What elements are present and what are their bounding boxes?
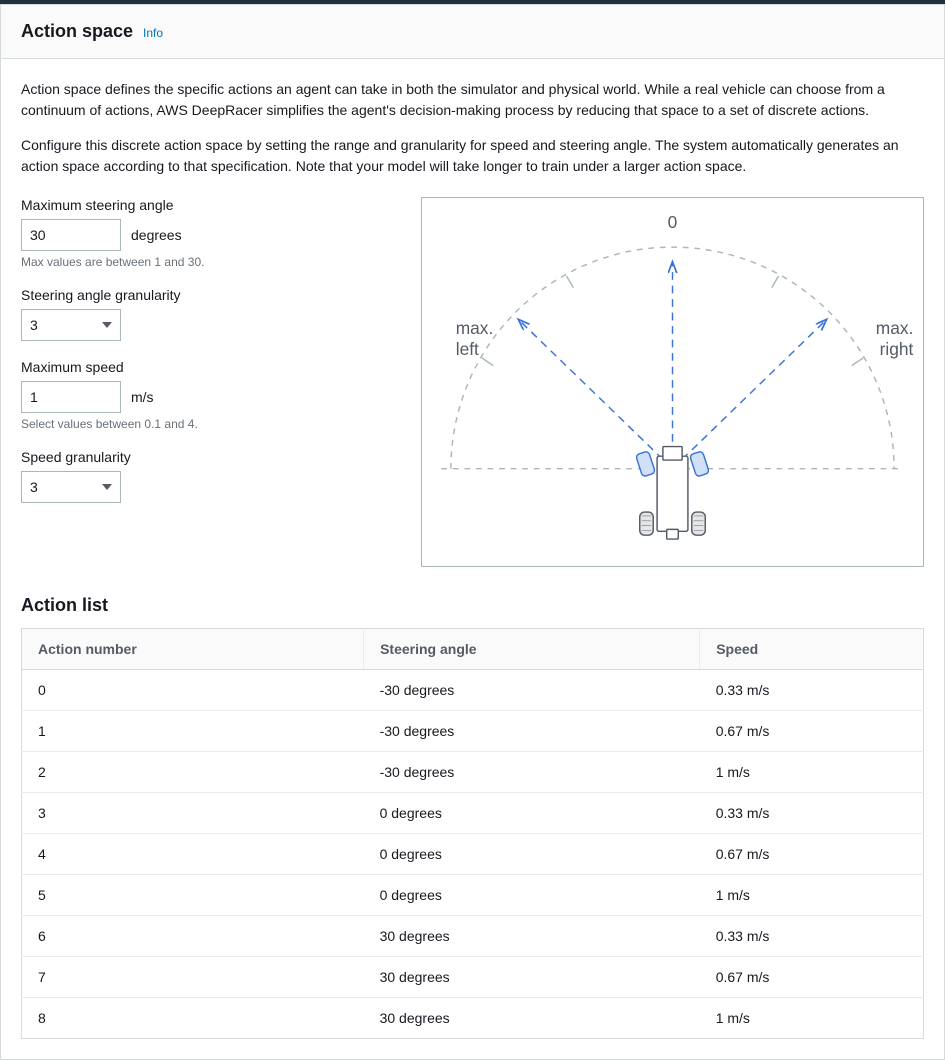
table-row: 50 degrees1 m/s <box>22 875 924 916</box>
table-row: 40 degrees0.67 m/s <box>22 834 924 875</box>
max-steering-field: Maximum steering angle degrees Max value… <box>21 197 381 269</box>
table-cell: 6 <box>22 916 364 957</box>
table-row: 0-30 degrees0.33 m/s <box>22 670 924 711</box>
col-steering-angle: Steering angle <box>364 629 700 670</box>
steering-gran-value: 3 <box>30 317 102 333</box>
config-row: Maximum steering angle degrees Max value… <box>21 197 924 567</box>
table-row: 730 degrees0.67 m/s <box>22 957 924 998</box>
table-cell: 1 m/s <box>700 998 924 1039</box>
table-cell: 1 <box>22 711 364 752</box>
table-cell: 30 degrees <box>364 998 700 1039</box>
table-cell: 1 m/s <box>700 752 924 793</box>
table-cell: 5 <box>22 875 364 916</box>
description-1: Action space defines the specific action… <box>21 79 924 121</box>
table-cell: 7 <box>22 957 364 998</box>
table-row: 30 degrees0.33 m/s <box>22 793 924 834</box>
max-steering-input[interactable] <box>21 219 121 251</box>
table-cell: 0 degrees <box>364 875 700 916</box>
diagram-maxleft-label: max.left <box>456 318 494 359</box>
table-cell: 0 <box>22 670 364 711</box>
table-cell: 0.33 m/s <box>700 916 924 957</box>
table-cell: 0.67 m/s <box>700 957 924 998</box>
max-speed-unit: m/s <box>131 389 154 405</box>
diagram-maxright-label: max.right <box>876 318 914 359</box>
table-cell: 8 <box>22 998 364 1039</box>
table-cell: 3 <box>22 793 364 834</box>
table-cell: -30 degrees <box>364 752 700 793</box>
table-cell: 0.67 m/s <box>700 834 924 875</box>
max-speed-label: Maximum speed <box>21 359 381 375</box>
car-icon <box>636 447 710 539</box>
description-2: Configure this discrete action space by … <box>21 135 924 177</box>
max-speed-input[interactable] <box>21 381 121 413</box>
steering-gran-field: Steering angle granularity 3 <box>21 287 381 341</box>
chevron-down-icon <box>102 322 112 328</box>
steering-gran-select[interactable]: 3 <box>21 309 121 341</box>
steering-diagram: 0 max.left max.right <box>421 197 924 567</box>
speed-gran-field: Speed granularity 3 <box>21 449 381 503</box>
table-cell: 0.67 m/s <box>700 711 924 752</box>
action-space-panel: Action space Info Action space defines t… <box>0 4 945 1060</box>
max-steering-unit: degrees <box>131 227 182 243</box>
diagram-svg: 0 max.left max.right <box>422 198 923 566</box>
table-cell: 0.33 m/s <box>700 793 924 834</box>
action-list-title: Action list <box>21 595 924 616</box>
table-cell: -30 degrees <box>364 711 700 752</box>
max-steering-hint: Max values are between 1 and 30. <box>21 255 381 269</box>
diagram-zero-label: 0 <box>668 212 678 232</box>
table-row: 630 degrees0.33 m/s <box>22 916 924 957</box>
table-row: 1-30 degrees0.67 m/s <box>22 711 924 752</box>
panel-header: Action space Info <box>1 5 944 59</box>
table-cell: 0 degrees <box>364 793 700 834</box>
chevron-down-icon <box>102 484 112 490</box>
table-cell: 4 <box>22 834 364 875</box>
col-action-number: Action number <box>22 629 364 670</box>
table-cell: 30 degrees <box>364 916 700 957</box>
action-list-table: Action number Steering angle Speed 0-30 … <box>21 628 924 1039</box>
speed-gran-value: 3 <box>30 479 102 495</box>
table-cell: 2 <box>22 752 364 793</box>
info-link[interactable]: Info <box>143 26 163 40</box>
table-cell: -30 degrees <box>364 670 700 711</box>
max-speed-hint: Select values between 0.1 and 4. <box>21 417 381 431</box>
table-cell: 30 degrees <box>364 957 700 998</box>
max-speed-field: Maximum speed m/s Select values between … <box>21 359 381 431</box>
speed-gran-label: Speed granularity <box>21 449 381 465</box>
max-steering-label: Maximum steering angle <box>21 197 381 213</box>
col-speed: Speed <box>700 629 924 670</box>
steering-gran-label: Steering angle granularity <box>21 287 381 303</box>
controls-column: Maximum steering angle degrees Max value… <box>21 197 381 521</box>
panel-body: Action space defines the specific action… <box>1 59 944 1059</box>
table-cell: 0.33 m/s <box>700 670 924 711</box>
table-cell: 1 m/s <box>700 875 924 916</box>
table-row: 830 degrees1 m/s <box>22 998 924 1039</box>
panel-title: Action space <box>21 21 133 42</box>
table-cell: 0 degrees <box>364 834 700 875</box>
speed-gran-select[interactable]: 3 <box>21 471 121 503</box>
table-row: 2-30 degrees1 m/s <box>22 752 924 793</box>
